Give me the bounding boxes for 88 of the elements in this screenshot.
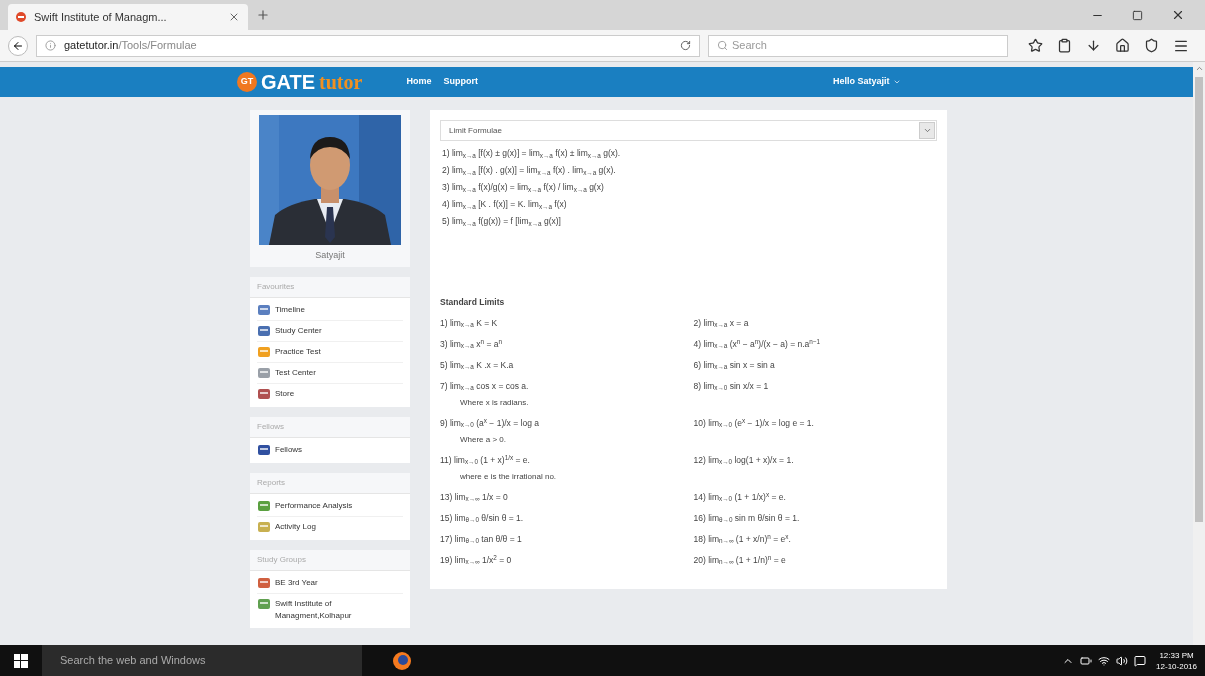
item-icon: [257, 346, 271, 358]
formula: 9) lim$_{x→0}$ (a$^{x}$ − 1)/x = log a: [440, 415, 540, 430]
search-icon: [717, 40, 728, 51]
user-menu[interactable]: Hello Satyajit: [832, 75, 902, 89]
info-icon: [45, 40, 56, 51]
formula: 15) lim$_{θ→0}$ θ/sin θ = 1.: [440, 511, 525, 525]
formula-note: Where a > 0.: [459, 433, 508, 446]
item-icon: [257, 577, 271, 589]
download-icon[interactable]: [1086, 38, 1101, 53]
item-icon: [257, 500, 271, 512]
item-icon: [257, 367, 271, 379]
sidebar-item[interactable]: Activity Log: [257, 517, 403, 538]
taskbar-search[interactable]: Search the web and Windows: [42, 645, 362, 676]
formula: 19) lim$_{x→∞}$ 1/x$^{2}$ = 0: [440, 552, 513, 567]
formula: 10) lim$_{x→0}$ (e$^{x}$ − 1)/x = log e = 1.: [693, 415, 815, 430]
formula-select[interactable]: Limit Formulae: [440, 120, 937, 141]
back-arrow-icon: [12, 39, 24, 52]
formula: 16) lim$_{θ→0}$ sin m θ/sin θ = 1.: [693, 511, 801, 525]
nav-link[interactable]: Support: [443, 75, 478, 89]
section-title: Favourites: [250, 277, 410, 298]
battery-icon[interactable]: [1080, 654, 1093, 667]
sidebar-item[interactable]: Test Center: [257, 363, 403, 384]
sidebar-item[interactable]: Practice Test: [257, 342, 403, 363]
formula: 18) lim$_{n→∞}$ (1 + x/n)$^{n}$ = e$^{x}$.: [693, 531, 792, 546]
back-button[interactable]: [8, 35, 28, 56]
bookmark-icon[interactable]: [1028, 38, 1043, 53]
formula: 8) lim$_{x→0}$ sin x/x = 1: [693, 379, 770, 393]
caret-icon: [893, 78, 902, 86]
formula: 4) lim$_{x→a}$ (x$^{n}$ − a$^{n}$)/(x − a) = n.a$^{n−1}$: [693, 336, 822, 351]
formula: 2) lim$_{x→a}$ x = a: [693, 316, 750, 330]
volume-icon[interactable]: [1116, 654, 1129, 667]
close-icon[interactable]: [228, 11, 240, 23]
formula: 11) lim$_{x→0}$ (1 + x)$^{1/x}$ = e.: [440, 452, 531, 467]
sidebar-item[interactable]: Timeline: [257, 300, 403, 321]
sidebar-item[interactable]: Performance Analysis: [257, 496, 403, 517]
formula: 14) lim$_{x→0}$ (1 + 1/x)$^{x}$ = e.: [693, 489, 787, 504]
item-icon: [257, 444, 271, 456]
formula-note: where e is the irrational no.: [459, 470, 558, 483]
section-title: Study Groups: [250, 550, 410, 571]
reload-icon[interactable]: [680, 40, 691, 51]
logo[interactable]: GT GATE tutor: [237, 72, 363, 92]
section-title: Reports: [250, 473, 410, 494]
notification-icon[interactable]: [1134, 654, 1147, 667]
formula: 7) lim$_{x→a}$ cos x = cos a.: [440, 379, 530, 393]
browser-tab[interactable]: Swift Institute of Managm...: [8, 4, 248, 30]
profile-name: Satyajit: [315, 249, 345, 263]
clipboard-icon[interactable]: [1057, 38, 1072, 53]
maximize-icon[interactable]: [1132, 9, 1143, 21]
tab-title: Swift Institute of Managm...: [34, 9, 168, 25]
wifi-icon[interactable]: [1098, 654, 1111, 667]
formula: 2) lim$_{x→a}$ [f(x) . g(x)] = lim$_{x→a}$ f(x) . lim$_{x→a}$ g(x).: [442, 164, 617, 177]
scrollbar[interactable]: [1193, 62, 1205, 645]
dropdown-caret-icon: [922, 126, 932, 135]
favicon-icon: [16, 12, 26, 22]
item-icon: [257, 304, 271, 316]
sidebar-item[interactable]: BE 3rd Year: [257, 573, 403, 594]
formula: 17) lim$_{θ→0}$ tan θ/θ = 1: [440, 532, 523, 546]
formula: 1) lim$_{x→a}$ K = K: [440, 316, 499, 330]
sidebar-item[interactable]: Store: [257, 384, 403, 405]
sidebar-item[interactable]: Fellows: [257, 440, 403, 461]
clock[interactable]: 12:33 PM 12-10-2016: [1156, 649, 1197, 672]
item-icon: [257, 388, 271, 400]
formula: 13) lim$_{x→∞}$ 1/x = 0: [440, 490, 509, 504]
shield-icon[interactable]: [1144, 38, 1159, 53]
formula: 1) lim$_{x→a}$ [f(x) ± g(x)] = lim$_{x→a}$ f(x) ± lim$_{x→a}$ g(x).: [442, 147, 622, 160]
windows-icon[interactable]: [14, 653, 28, 668]
scroll-up-icon[interactable]: [1194, 64, 1204, 73]
formula: 5) lim$_{x→a}$ f(g(x)) = f [lim$_{x→a}$ g(x)]: [442, 215, 562, 228]
formula: 3) lim$_{x→a}$ f(x)/g(x) = lim$_{x→a}$ f(x) / lim$_{x→a}$ g(x): [442, 181, 605, 194]
formula: 3) lim$_{x→a}$ x$^{n}$ = a$^{n}$: [440, 336, 503, 351]
url-text: gatetutor.in/Tools/Formulae: [64, 38, 198, 54]
home-icon[interactable]: [1115, 38, 1130, 53]
formula: 4) lim$_{x→a}$ [K . f(x)] = K. lim$_{x→a}$ f(x): [442, 198, 568, 211]
sidebar-item[interactable]: Study Center: [257, 321, 403, 342]
item-icon: [257, 521, 271, 533]
address-field[interactable]: gatetutor.in/Tools/Formulae: [36, 34, 700, 57]
formula: 20) lim$_{n→∞}$ (1 + 1/n)$^{n}$ = e: [693, 552, 787, 567]
item-icon: [257, 325, 271, 337]
formula-note: Where x is radians.: [459, 396, 530, 409]
nav-link[interactable]: Home: [406, 75, 432, 89]
formula: 6) lim$_{x→a}$ sin x = sin a: [693, 358, 776, 372]
item-icon: [257, 598, 271, 610]
close-icon[interactable]: [1171, 8, 1185, 22]
section-heading: Standard Limits: [440, 296, 506, 309]
formula: 5) lim$_{x→a}$ K .x = K.a: [440, 358, 515, 372]
sidebar-item[interactable]: Swift Institute of Managment,Kolhapur: [257, 594, 403, 626]
formula: 12) lim$_{x→0}$ log(1 + x)/x = 1.: [693, 453, 795, 467]
section-title: Fellows: [250, 417, 410, 438]
